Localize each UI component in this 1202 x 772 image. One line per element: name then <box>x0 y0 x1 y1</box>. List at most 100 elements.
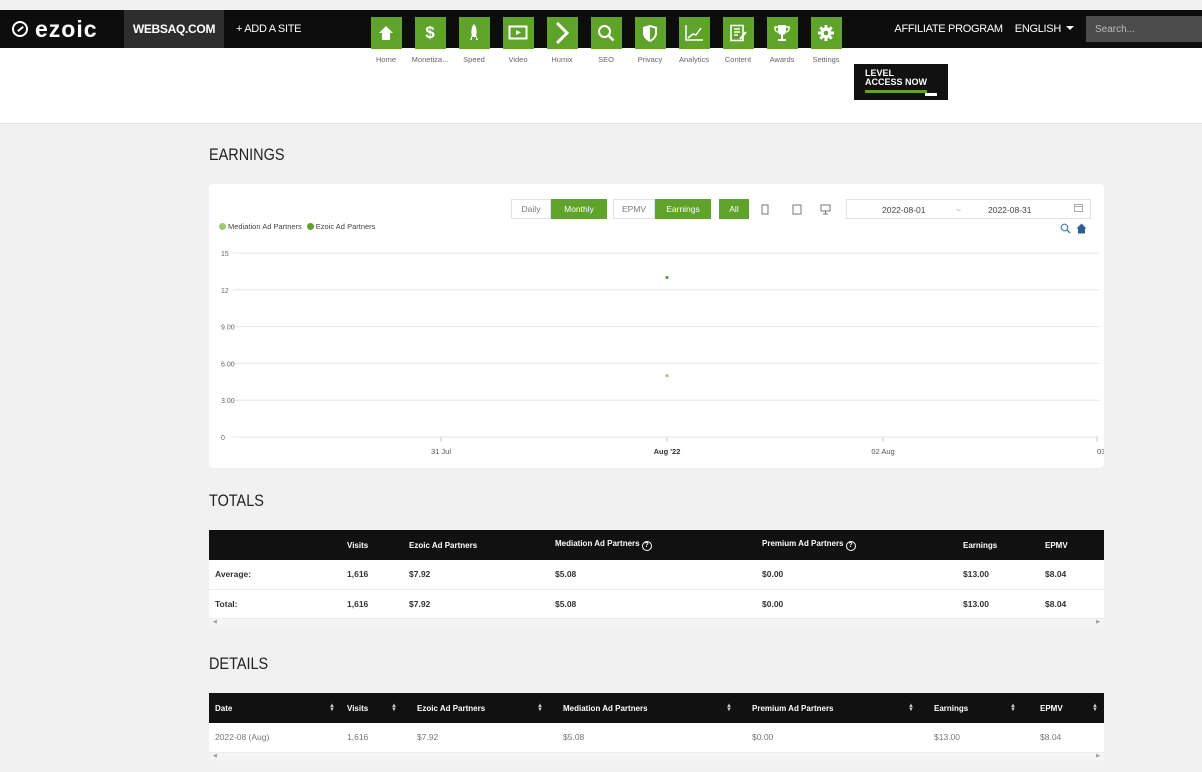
table-cell: 1,616 <box>341 723 403 753</box>
details-col-earnings[interactable]: Earnings ▲ ▼ <box>920 693 1022 723</box>
nav-label: SEO <box>598 55 614 64</box>
details-col-premium-label: Premium Ad Partners <box>752 703 834 713</box>
logo-icon <box>12 21 28 37</box>
table-cell: $8.04 <box>1039 589 1104 619</box>
language-label: ENGLISH <box>1014 23 1062 35</box>
ezoic-logo[interactable]: ezoic <box>0 10 124 48</box>
help-icon[interactable]: ? <box>641 541 652 551</box>
totals-table-card: Visits Ezoic Ad Partners Mediation Ad Pa… <box>209 530 1104 627</box>
totals-col-premium: Premium Ad Partners? <box>756 530 957 560</box>
details-col-epmv-label: EPMV <box>1040 703 1063 713</box>
sort-icon[interactable]: ▲ ▼ <box>391 703 397 713</box>
dollar-icon: $ <box>414 17 446 49</box>
scroll-right-icon[interactable]: ▶ <box>1096 619 1100 625</box>
nav-awards[interactable]: Awards <box>758 17 806 64</box>
scroll-right-icon[interactable]: ▶ <box>1096 753 1100 759</box>
nav-label: Privacy <box>637 55 663 64</box>
table-cell: $5.08 <box>549 723 738 753</box>
table-row: 2022-08 (Aug) 1,616 $7.92 $5.08 $0.00 $1… <box>209 723 1104 753</box>
table-cell: $7.92 <box>403 589 549 619</box>
details-col-premium[interactable]: Premium Ad Partners ▲ ▼ <box>738 693 920 723</box>
y-tick-label: 15 <box>221 251 229 258</box>
sort-icon[interactable]: ▲ ▼ <box>537 703 543 713</box>
x-tick-label: 03 Au <box>1097 447 1104 456</box>
horizontal-scrollbar[interactable]: ◀ ▶ <box>209 752 1104 761</box>
nav-privacy[interactable]: Privacy <box>626 17 674 64</box>
details-col-ezoic[interactable]: Ezoic Ad Partners ▲ ▼ <box>403 693 549 723</box>
scroll-left-icon[interactable]: ◀ <box>213 619 217 625</box>
y-tick-label: 0 <box>221 435 225 442</box>
horizontal-scrollbar[interactable]: ◀ ▶ <box>209 618 1104 627</box>
chart-line-icon <box>678 17 710 49</box>
nav-label: Awards <box>769 55 795 64</box>
nav-label: Analytics <box>678 55 709 64</box>
x-tick-label: 31 Jul <box>431 447 451 456</box>
table-cell: $0.00 <box>756 589 957 619</box>
x-tick-label: Aug '22 <box>654 447 681 456</box>
sort-icon[interactable]: ▲ ▼ <box>1092 703 1098 713</box>
details-col-date-label: Date <box>215 703 233 713</box>
trophy-icon <box>766 17 798 49</box>
sort-icon[interactable]: ▲ ▼ <box>908 703 914 713</box>
search-input[interactable] <box>1086 16 1202 42</box>
language-dropdown[interactable]: ENGLISH <box>1015 23 1074 35</box>
nav-label: Video <box>508 55 528 64</box>
rocket-icon <box>458 17 490 49</box>
nav-content[interactable]: Content <box>714 17 762 64</box>
x-tick-label: 02 Aug <box>871 447 894 456</box>
table-cell: $0.00 <box>738 723 920 753</box>
totals-table: Visits Ezoic Ad Partners Mediation Ad Pa… <box>209 530 1104 619</box>
totals-header-row: Visits Ezoic Ad Partners Mediation Ad Pa… <box>209 530 1104 560</box>
details-col-visits[interactable]: Visits ▲ ▼ <box>341 693 403 723</box>
table-cell: Average: <box>209 560 341 590</box>
details-col-earnings-label: Earnings <box>934 703 969 713</box>
nav-analytics[interactable]: Analytics <box>670 17 718 64</box>
scroll-left-icon[interactable]: ◀ <box>213 753 217 759</box>
site-selector[interactable]: WEBSAQ.COM <box>124 10 224 48</box>
caret-down-icon <box>1066 26 1074 30</box>
affiliate-program-link[interactable]: AFFILIATE PROGRAM <box>894 23 1003 35</box>
table-cell: $8.04 <box>1022 723 1104 753</box>
totals-col-mediation-label: Mediation Ad Partners <box>555 539 640 548</box>
nav-settings[interactable]: Settings <box>802 17 850 64</box>
totals-col-epmv: EPMV <box>1039 530 1104 560</box>
nav-seo[interactable]: SEO <box>582 17 630 64</box>
chevron-right-icon <box>546 17 578 49</box>
level-access-now-banner[interactable]: LEVEL ACCESS NOW <box>854 64 948 100</box>
magnifier-icon <box>590 17 622 49</box>
totals-col-label <box>209 530 341 560</box>
table-cell: $13.00 <box>957 589 1039 619</box>
nav-home[interactable]: Home <box>362 17 410 64</box>
table-cell: $7.92 <box>403 723 549 753</box>
table-cell: $8.04 <box>1039 560 1104 590</box>
totals-col-mediation: Mediation Ad Partners? <box>549 530 756 560</box>
details-col-epmv[interactable]: EPMV ▲ ▼ <box>1022 693 1104 723</box>
document-edit-icon <box>722 17 754 49</box>
add-site-link[interactable]: + ADD A SITE <box>236 23 301 35</box>
details-col-date[interactable]: Date ▲ ▼ <box>209 693 341 723</box>
gear-icon <box>810 17 842 49</box>
details-col-mediation[interactable]: Mediation Ad Partners ▲ ▼ <box>549 693 738 723</box>
data-point[interactable] <box>665 374 669 378</box>
video-icon <box>502 17 534 49</box>
table-cell: $0.00 <box>756 560 957 590</box>
table-cell: 1,616 <box>341 589 403 619</box>
totals-col-earnings: Earnings <box>957 530 1039 560</box>
table-cell: $7.92 <box>403 560 549 590</box>
details-col-ezoic-label: Ezoic Ad Partners <box>417 703 486 713</box>
table-cell: 2022-08 (Aug) <box>209 723 341 753</box>
data-point[interactable] <box>665 275 669 280</box>
table-cell: Total: <box>209 589 341 619</box>
sort-icon[interactable]: ▲ ▼ <box>726 703 732 713</box>
totals-title: TOTALS <box>209 491 264 510</box>
nav-speed[interactable]: Speed <box>450 17 498 64</box>
sort-icon[interactable]: ▲ ▼ <box>1010 703 1016 713</box>
nav-video[interactable]: Video <box>494 17 542 64</box>
nav-monetization[interactable]: $ Monetiza... <box>406 17 454 64</box>
table-cell: $5.08 <box>549 560 756 590</box>
details-col-visits-label: Visits <box>347 703 369 713</box>
sort-icon[interactable]: ▲ ▼ <box>329 703 335 713</box>
help-icon[interactable]: ? <box>845 541 856 551</box>
earnings-chart-card: Daily Monthly EPMV Earnings All 2022-08-… <box>209 184 1104 468</box>
nav-humix[interactable]: Humix <box>538 17 586 64</box>
